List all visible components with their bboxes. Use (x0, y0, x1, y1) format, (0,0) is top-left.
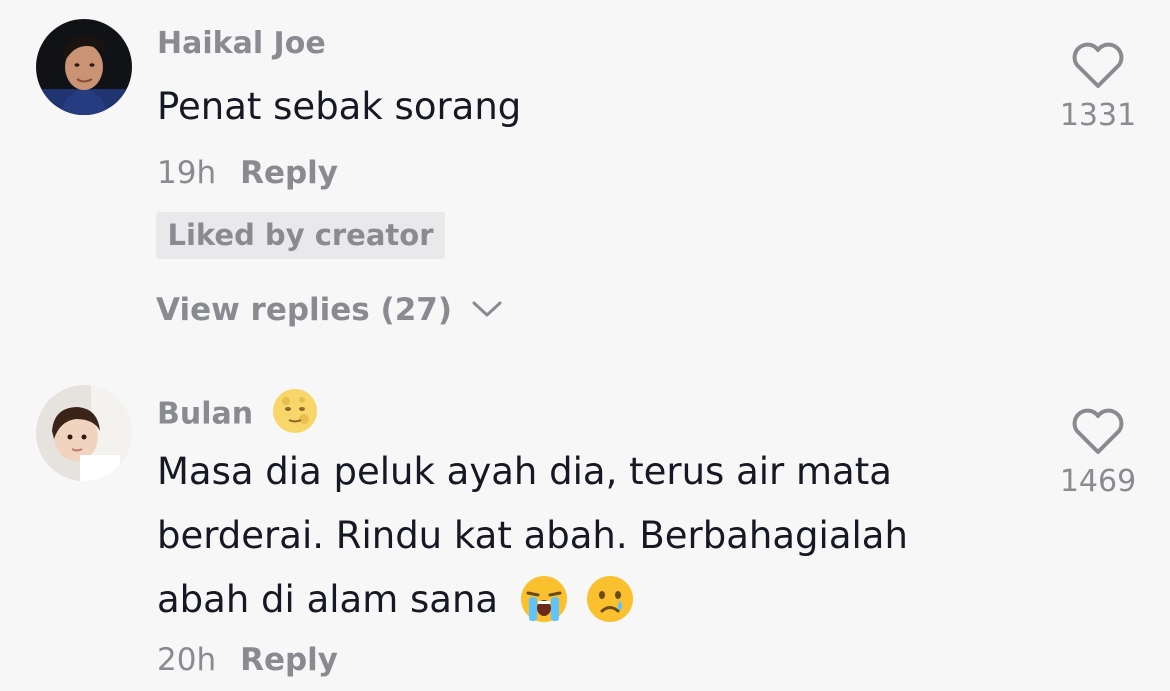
chevron-down-icon (472, 301, 502, 316)
comment-time: 19h (157, 155, 217, 191)
comment-text-line: berderai. Rindu kat abah. Berbahagialah (157, 514, 908, 557)
view-replies-label: View replies (27) (156, 292, 453, 328)
comment-text: Masa dia peluk ayah dia, terus air mata … (157, 440, 1007, 632)
comment-username[interactable]: Bulan (157, 397, 253, 432)
comment-username[interactable]: Haikal Joe (157, 26, 326, 61)
comment-text-line-with-emoji: abah di alam sana (157, 568, 1007, 632)
reply-button[interactable]: Reply (240, 642, 338, 678)
liked-by-creator-badge: Liked by creator (156, 212, 445, 259)
full-moon-face-emoji (272, 389, 317, 433)
heart-outline-icon (1072, 42, 1124, 88)
view-replies-button[interactable]: View replies (27) (156, 292, 503, 328)
loudly-crying-face-emoji (520, 575, 567, 622)
reply-button[interactable]: Reply (240, 155, 338, 191)
avatar-haikal-joe[interactable] (36, 19, 132, 115)
avatar-bulan[interactable] (36, 385, 132, 481)
comment-text-line: abah di alam sana (157, 578, 499, 621)
comment-username-row: Bulan (157, 389, 318, 438)
heart-outline-icon (1072, 408, 1124, 454)
crying-face-emoji (586, 575, 633, 622)
comment-text-line: Masa dia peluk ayah dia, terus air mata (157, 450, 892, 493)
comment-meta: 20h Reply (157, 642, 338, 678)
comment-text-line: Penat sebak sorang (157, 85, 522, 128)
comment-meta: 19h Reply (157, 155, 338, 191)
comment-time: 20h (157, 642, 217, 678)
like-count: 1469 (1059, 464, 1137, 499)
like-button[interactable]: 1469 (1048, 408, 1148, 499)
like-count: 1331 (1059, 98, 1137, 133)
comment-text: Penat sebak sorang (157, 75, 1007, 139)
like-button[interactable]: 1331 (1048, 42, 1148, 133)
comments-screen: Haikal Joe Penat sebak sorang 19h Reply L… (0, 0, 1170, 691)
